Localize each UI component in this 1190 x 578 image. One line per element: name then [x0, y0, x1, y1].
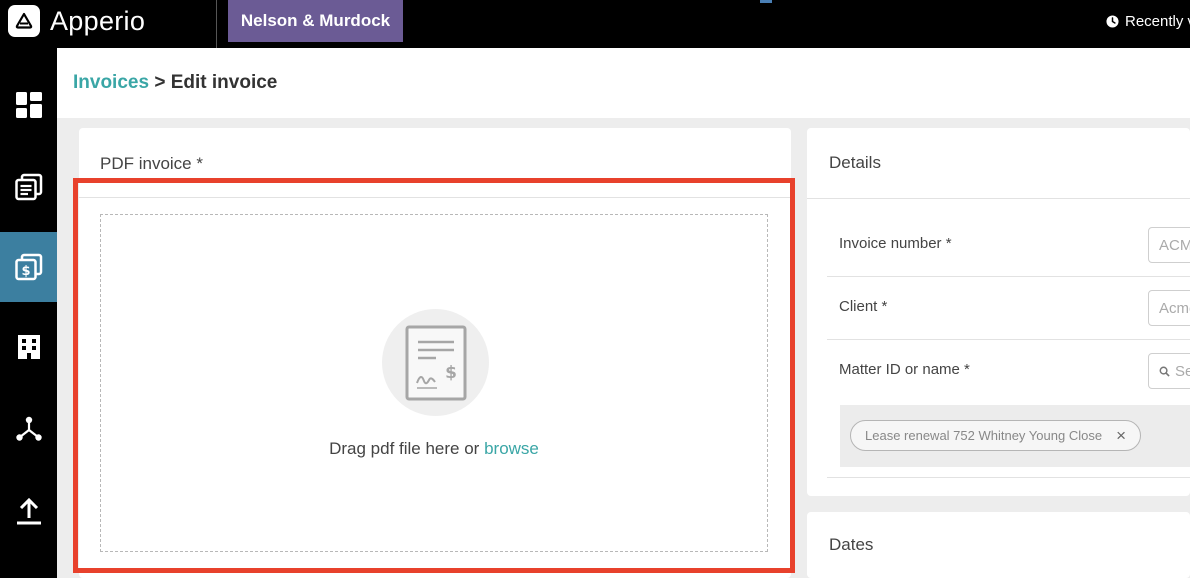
breadcrumb: Invoices > Edit invoice: [73, 72, 277, 94]
apperio-logo-icon: [8, 5, 40, 37]
matter-tag-area: Lease renewal 752 Whitney Young Close ×: [840, 405, 1190, 467]
dashboard-icon: [15, 92, 42, 118]
breadcrumb-invoices-link[interactable]: Invoices: [73, 72, 149, 93]
matter-search-placeholder: Search: [1175, 362, 1190, 380]
card-divider: [827, 477, 1190, 478]
recently-viewed-label: Recently viewed: [1125, 13, 1190, 30]
upload-icon: [16, 497, 41, 525]
svg-text:$: $: [21, 264, 30, 279]
top-bar: Apperio Nelson & Murdock Recently viewed: [0, 0, 1190, 48]
client-input[interactable]: Acme: [1148, 290, 1190, 326]
details-title: Details: [829, 153, 881, 172]
sidebar-item-dashboard[interactable]: [0, 70, 57, 140]
remove-tag-icon[interactable]: ×: [1116, 426, 1126, 446]
matter-tag-label: Lease renewal 752 Whitney Young Close: [865, 428, 1103, 443]
top-indicator: [760, 0, 772, 3]
matter-search-input[interactable]: Search: [1148, 353, 1190, 389]
sidebar-item-documents[interactable]: [0, 152, 57, 222]
invoice-number-label: Invoice number *: [839, 235, 952, 252]
pdf-invoice-title: PDF invoice *: [100, 154, 203, 173]
invoice-icon: $: [14, 253, 42, 281]
app-name: Apperio: [50, 5, 146, 36]
firm-tab[interactable]: Nelson & Murdock: [228, 0, 403, 42]
breadcrumb-current: Edit invoice: [170, 72, 278, 93]
matter-label: Matter ID or name *: [839, 361, 970, 378]
invoice-number-row: Invoice number * ACME: [827, 214, 1190, 277]
sidebar-item-invoices[interactable]: $: [0, 232, 57, 302]
clock-icon: [1106, 15, 1119, 28]
client-row: Client * Acme: [827, 277, 1190, 340]
card-divider: [807, 198, 1190, 199]
sidebar: $: [0, 48, 57, 578]
recently-viewed-button[interactable]: Recently viewed: [1106, 13, 1190, 30]
documents-icon: [14, 173, 42, 201]
sidebar-item-organisations[interactable]: [0, 312, 57, 382]
breadcrumb-separator: >: [154, 72, 166, 93]
top-divider: [216, 0, 217, 48]
sidebar-item-network[interactable]: [0, 394, 57, 464]
app-logo[interactable]: Apperio: [8, 5, 145, 37]
dates-title: Dates: [829, 535, 874, 554]
matter-row: Matter ID or name * Search: [827, 340, 1190, 403]
building-icon: [17, 335, 40, 359]
client-label: Client *: [839, 298, 888, 315]
highlight-box: [73, 178, 795, 573]
search-icon: [1159, 366, 1170, 377]
network-icon: [15, 416, 42, 441]
invoice-number-input[interactable]: ACME: [1148, 227, 1190, 263]
matter-tag: Lease renewal 752 Whitney Young Close ×: [850, 420, 1141, 451]
dates-card: Dates: [807, 512, 1190, 578]
page-header: Invoices > Edit invoice: [57, 48, 1190, 118]
sidebar-item-upload[interactable]: [0, 476, 57, 546]
